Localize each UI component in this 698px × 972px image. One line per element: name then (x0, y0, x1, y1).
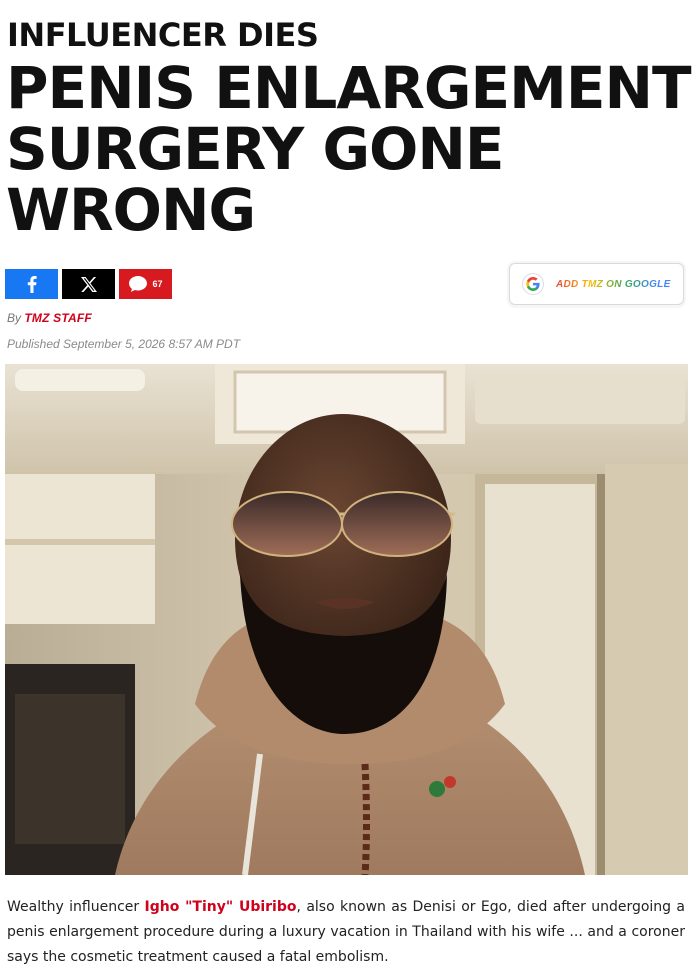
comment-count: 67 (152, 279, 163, 289)
headline-line: WRONG (6, 176, 256, 244)
headline-line: PENIS ENLARGEMENT (6, 54, 692, 122)
share-bar: 67 (5, 269, 172, 299)
article-photo (5, 364, 688, 875)
comment-icon (129, 276, 148, 292)
add-tmz-on-google-button[interactable]: ADD TMZ ON GOOGLE (509, 263, 684, 305)
headline-line: SURGERY GONE (6, 115, 505, 183)
byline: By TMZ STAFF (7, 311, 92, 325)
facebook-icon (27, 275, 37, 293)
body-text-before: Wealthy influencer (7, 899, 145, 915)
subject-name-link[interactable]: Igho "Tiny" Ubiribo (145, 899, 297, 915)
article-kicker: INFLUENCER DIES (7, 16, 319, 54)
google-button-label: ADD TMZ ON GOOGLE (556, 278, 671, 290)
comments-button[interactable]: 67 (119, 269, 172, 299)
facebook-share-button[interactable] (5, 269, 58, 299)
article-headline: PENIS ENLARGEMENT SURGERY GONE WRONG (6, 54, 692, 244)
byline-prefix: By (7, 311, 22, 325)
x-share-button[interactable] (62, 269, 115, 299)
published-date: Published September 5, 2026 8:57 AM PDT (7, 337, 241, 351)
article-body: Wealthy influencer Igho "Tiny" Ubiribo, … (7, 895, 685, 970)
author-link[interactable]: TMZ STAFF (24, 311, 92, 325)
x-icon (80, 276, 97, 292)
article-photo-image (5, 364, 688, 875)
google-g-icon (522, 273, 544, 295)
